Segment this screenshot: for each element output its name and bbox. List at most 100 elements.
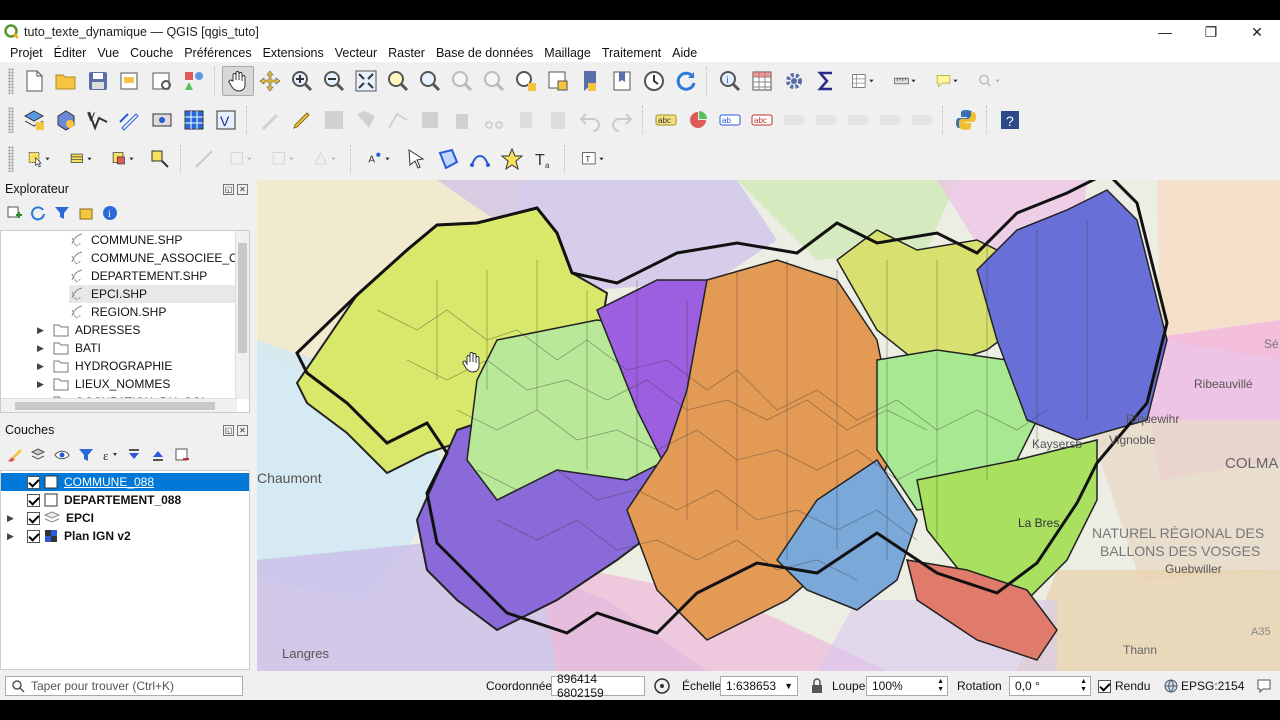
add-polygon-annotation-button[interactable] [432, 144, 464, 174]
chevron-right-icon[interactable]: ▶ [37, 325, 49, 336]
show-label-button[interactable] [906, 105, 938, 135]
show-bookmarks-button[interactable] [606, 66, 638, 96]
statistics-button[interactable] [810, 66, 842, 96]
help-button[interactable]: ? [994, 105, 1026, 135]
layer-visibility-checkbox[interactable] [27, 529, 40, 543]
browser-item[interactable]: REGION.SHP [69, 303, 166, 321]
crs-button[interactable]: EPSG:2154 [1164, 679, 1244, 693]
layer-row[interactable]: ▶ Plan IGN v2 [1, 527, 249, 545]
pan-map-button[interactable] [222, 66, 254, 96]
menu-raster[interactable]: Raster [388, 46, 425, 60]
add-package-layer-button[interactable] [50, 105, 82, 135]
zoom-to-selection-button[interactable] [382, 66, 414, 96]
show-hide-labels-button[interactable]: abc [746, 105, 778, 135]
rotate-label-button[interactable] [810, 105, 842, 135]
browser-item[interactable]: ▶ BATI [37, 339, 101, 357]
annotation-dropdown[interactable]: A [358, 144, 400, 174]
layer-row[interactable]: COMMUNE_088 [1, 473, 249, 491]
open-project-button[interactable] [50, 66, 82, 96]
browser-item[interactable]: ▶ HYDROGRAPHIE [37, 357, 172, 375]
browser-item[interactable]: COMMUNE.SHP [69, 231, 182, 249]
paste-features-button[interactable] [542, 105, 574, 135]
close-button[interactable]: ✕ [1234, 20, 1280, 44]
collapse-all-button[interactable] [76, 203, 96, 223]
restore-button[interactable]: ❐ [1188, 20, 1234, 44]
render-checkbox[interactable]: Rendu [1098, 679, 1150, 693]
menu-vue[interactable]: Vue [97, 46, 119, 60]
new-project-button[interactable] [18, 66, 50, 96]
advanced-digitizing-dropdown[interactable] [220, 144, 262, 174]
zoom-last-button[interactable] [478, 66, 510, 96]
map-canvas[interactable]: Chaumont Langres COLMA NATUREL RÉGIONAL … [257, 180, 1280, 671]
menu-projet[interactable]: Projet [10, 46, 43, 60]
change-label-button[interactable] [842, 105, 874, 135]
layout-manager-button[interactable] [146, 66, 178, 96]
filter-expression-button[interactable]: ε [100, 445, 120, 465]
menu-couche[interactable]: Couche [130, 46, 173, 60]
remove-layer-button[interactable] [172, 445, 192, 465]
magnifier-spinbox[interactable]: 100% ▲ ▼ [866, 676, 948, 696]
menu-extensions[interactable]: Extensions [263, 46, 324, 60]
open-layer-styling-button[interactable] [4, 445, 24, 465]
menu-vecteur[interactable]: Vecteur [335, 46, 377, 60]
python-console-button[interactable] [950, 105, 982, 135]
minimize-button[interactable]: — [1142, 20, 1188, 44]
label-toolbar-button[interactable]: abc [650, 105, 682, 135]
map-tips-dropdown[interactable] [926, 66, 968, 96]
new-vector-layer-button[interactable]: V [82, 105, 114, 135]
zoom-next-button[interactable] [510, 66, 542, 96]
select-features-dropdown[interactable] [18, 144, 60, 174]
diagram-options-button[interactable] [682, 105, 714, 135]
messages-icon[interactable] [1256, 678, 1272, 694]
browser-item[interactable]: DEPARTEMENT.SHP [69, 267, 207, 285]
layer-visibility-checkbox[interactable] [27, 511, 40, 525]
pin-label-button[interactable] [874, 105, 906, 135]
undo-button[interactable] [574, 105, 606, 135]
add-raster-layer-button[interactable] [178, 105, 210, 135]
cut-features-button[interactable] [478, 105, 510, 135]
browser-item[interactable]: COMMUNE_ASSOCIEE_OU_ [69, 249, 249, 267]
toggle-editing-button[interactable] [286, 105, 318, 135]
style-manager-button[interactable] [178, 66, 210, 96]
coordinate-field[interactable]: 896414 6802159 [551, 672, 645, 700]
expand-all-button[interactable] [124, 445, 144, 465]
layer-row[interactable]: DEPARTEMENT_088 [1, 491, 249, 509]
pan-to-selection-button[interactable] [254, 66, 286, 96]
add-marker-annotation-button[interactable] [496, 144, 528, 174]
add-virtual-layer-button[interactable]: V [210, 105, 242, 135]
save-edits-button[interactable] [318, 105, 350, 135]
chevron-right-icon[interactable]: ▶ [7, 513, 19, 524]
menu-aide[interactable]: Aide [672, 46, 697, 60]
add-selected-layers-button[interactable] [4, 203, 24, 223]
copy-features-button[interactable] [510, 105, 542, 135]
add-line-annotation-button[interactable] [464, 144, 496, 174]
add-group-button[interactable] [28, 445, 48, 465]
layer-visibility-checkbox[interactable] [27, 475, 40, 489]
refresh-browser-button[interactable] [28, 203, 48, 223]
chevron-right-icon[interactable]: ▶ [37, 343, 49, 354]
properties-button[interactable]: i [100, 203, 120, 223]
layer-row[interactable]: ▶ EPCI [1, 509, 249, 527]
highlight-pinned-labels-button[interactable]: ab [714, 105, 746, 135]
redo-button[interactable] [606, 105, 638, 135]
collapse-layers-button[interactable] [148, 445, 168, 465]
move-label-button[interactable] [778, 105, 810, 135]
rotation-spinbox[interactable]: 0,0 ° ▲ ▼ [1009, 676, 1091, 696]
zoom-full-button[interactable] [350, 66, 382, 96]
lock-icon[interactable] [810, 678, 824, 694]
new-map-view-button[interactable] [542, 66, 574, 96]
new-bookmark-button[interactable] [574, 66, 606, 96]
filter-legend-button[interactable] [76, 445, 96, 465]
save-project-button[interactable] [82, 66, 114, 96]
data-source-manager-button[interactable] [18, 105, 50, 135]
digitize-button[interactable] [114, 105, 146, 135]
modify-attributes-button[interactable] [414, 105, 446, 135]
zoom-out-button[interactable] [318, 66, 350, 96]
menu-traitement[interactable]: Traitement [602, 46, 661, 60]
vertex-tool-button[interactable] [382, 105, 414, 135]
chevron-right-icon[interactable]: ▶ [7, 531, 19, 542]
scale-combobox[interactable]: 1:638653 ▼ [720, 676, 798, 696]
identify-button[interactable]: i [714, 66, 746, 96]
select-location-button[interactable] [144, 144, 176, 174]
manage-map-themes-button[interactable] [52, 445, 72, 465]
